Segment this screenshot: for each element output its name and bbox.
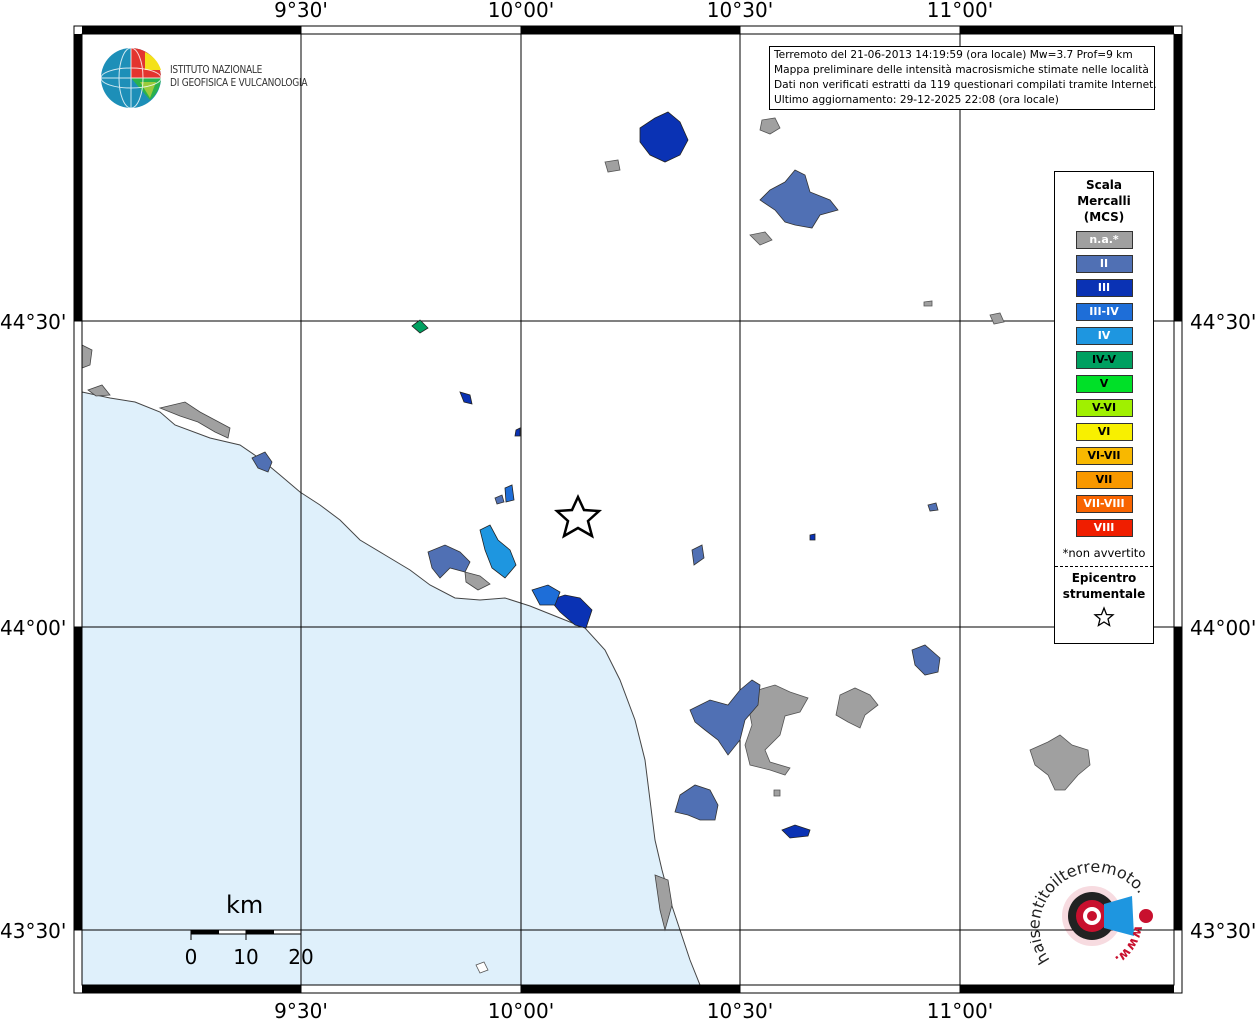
lon-label-top-4: 11°00' [926, 0, 994, 22]
lat-label-right-2: 44°00' [1190, 616, 1256, 640]
legend-items: n.a.* II III III-IV IV IV-V V V-VI VI VI-VII VII VI… [1055, 231, 1153, 537]
legend-swatch-iii: III [1075, 279, 1133, 297]
legend-swatch-viiviii: VII-VIII [1075, 495, 1133, 513]
legend-swatch-ii: II [1075, 255, 1133, 273]
legend-swatch-v: V [1075, 375, 1133, 393]
ingv-line-1: ISTITUTO NAZIONALE [170, 64, 263, 76]
legend-swatch-ivv: IV-V [1075, 351, 1133, 369]
legend-title-3: (MCS) [1083, 210, 1125, 224]
legend-swatch-vii: VII [1075, 471, 1133, 489]
scale-tick-10: 10 [233, 945, 259, 969]
legend-star-icon [1055, 606, 1153, 632]
lat-label-right-1: 44°30' [1190, 310, 1256, 334]
lon-label-top-1: 9°30' [274, 0, 328, 22]
hsi-www-text: www. [1112, 924, 1146, 967]
ingv-line-2: DI GEOFISICA E VULCANOLOGIA [170, 77, 308, 89]
lon-label-bottom-3: 10°30' [706, 999, 774, 1023]
scale-unit: km [226, 891, 264, 919]
legend-separator [1055, 566, 1153, 567]
legend-title-1: Scala [1085, 178, 1123, 192]
info-line-3: Dati non verificati estratti da 119 ques… [774, 79, 1157, 91]
earthquake-info-box: Terremoto del 21-06-2013 14:19:59 (ora l… [769, 46, 1157, 110]
info-line-1: Terremoto del 21-06-2013 14:19:59 (ora l… [774, 49, 1133, 61]
lon-label-bottom-1: 9°30' [274, 999, 328, 1023]
legend-swatch-viii: VIII [1075, 519, 1133, 537]
lat-label-left-3: 43°30' [0, 919, 67, 943]
mcs-legend: Scala Mercalli (MCS) n.a.* II III III-IV IV I… [1054, 171, 1154, 644]
ingv-logo-icon [100, 47, 162, 109]
legend-title-2: Mercalli [1077, 194, 1131, 208]
legend-swatch-na: n.a.* [1075, 231, 1133, 249]
lon-label-bottom-4: 11°00' [926, 999, 994, 1023]
legend-swatch-vivii: VI-VII [1075, 447, 1133, 465]
legend-note: *non avvertito [1062, 546, 1146, 560]
legend-swatch-iiiiv: III-IV [1075, 303, 1133, 321]
scale-tick-0: 0 [184, 945, 198, 969]
lon-label-bottom-2: 10°00' [487, 999, 555, 1023]
info-line-4: Ultimo aggiornamento: 29-12-2025 22:08 (… [774, 94, 1059, 106]
ingv-logo-text: ISTITUTO NAZIONALE DI GEOFISICA E VULCAN… [170, 64, 308, 90]
svg-text:www.: www. [1112, 924, 1146, 967]
legend-swatch-vvi: V-VI [1075, 399, 1133, 417]
hsi-logo-text: haisentitoilterremoto.it www. [1030, 855, 1151, 968]
legend-swatch-vi: VI [1075, 423, 1133, 441]
legend-swatch-iv: IV [1075, 327, 1133, 345]
lon-label-top-3: 10°30' [706, 0, 774, 22]
info-line-2: Mappa preliminare delle intensità macros… [774, 64, 1149, 76]
sea-area [81, 391, 701, 986]
epicenter-star-icon [553, 494, 603, 539]
lat-label-right-3: 43°30' [1190, 919, 1256, 943]
legend-epi-1: Epicentro [1071, 571, 1137, 585]
legend-epi-2: strumentale [1062, 587, 1146, 601]
lon-label-top-2: 10°00' [487, 0, 555, 22]
lat-label-left-2: 44°00' [0, 616, 67, 640]
scale-tick-20: 20 [288, 945, 314, 969]
lat-label-left-1: 44°30' [0, 310, 67, 334]
